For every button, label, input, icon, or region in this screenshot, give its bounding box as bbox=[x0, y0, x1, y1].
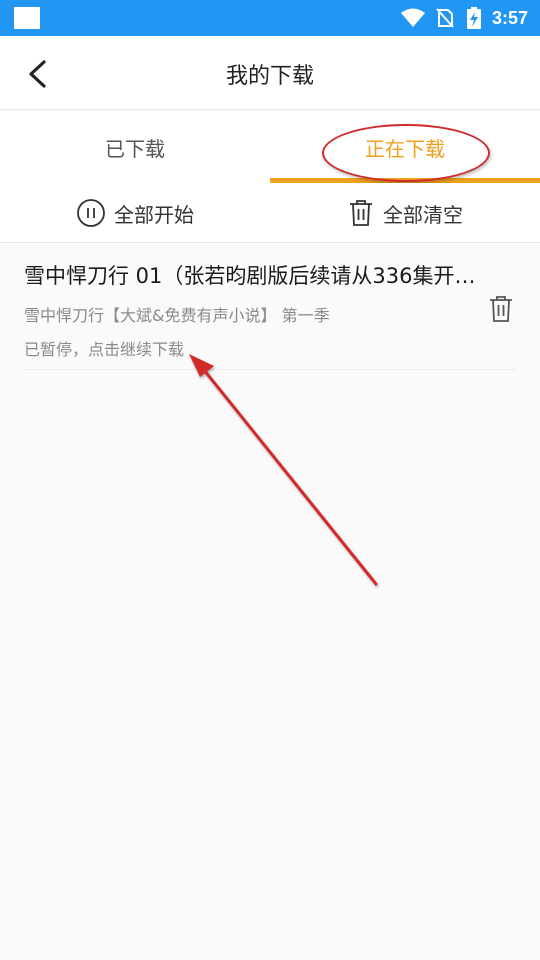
tab-downloading[interactable]: 正在下载 bbox=[270, 111, 540, 183]
page-title: 我的下载 bbox=[225, 64, 314, 89]
start-all-button[interactable]: 全部开始 bbox=[0, 183, 270, 243]
pause-circle-icon bbox=[77, 199, 105, 227]
title-bar: 我的下载 bbox=[0, 36, 540, 110]
download-item-album: 雪中悍刀行【大斌&免费有声小说】 第一季 bbox=[24, 306, 330, 325]
no-sim-icon bbox=[436, 8, 454, 28]
start-all-label: 全部开始 bbox=[114, 202, 194, 227]
tab-label: 已下载 bbox=[105, 136, 165, 161]
status-time: 3:57 bbox=[491, 7, 528, 28]
status-icons: 3:57 bbox=[400, 0, 528, 36]
tab-bar: 已下载 正在下载 bbox=[0, 111, 540, 183]
tab-downloaded[interactable]: 已下载 bbox=[0, 111, 270, 183]
action-bar: 全部开始 全部清空 bbox=[0, 183, 540, 243]
trash-icon bbox=[350, 200, 372, 226]
status-bar: 3:57 bbox=[0, 0, 540, 36]
download-item[interactable]: 雪中悍刀行 01（张若昀剧版后续请从336集开… 雪中悍刀行【大斌&免费有声小说… bbox=[24, 244, 516, 370]
download-item-status[interactable]: 已暂停，点击继续下载 bbox=[24, 336, 184, 360]
wifi-icon bbox=[400, 8, 425, 27]
notification-icon bbox=[14, 7, 40, 29]
download-list: 雪中悍刀行 01（张若昀剧版后续请从336集开… 雪中悍刀行【大斌&免费有声小说… bbox=[0, 244, 540, 370]
clear-all-button[interactable]: 全部清空 bbox=[270, 183, 540, 243]
tab-label: 正在下载 bbox=[365, 136, 445, 161]
battery-charging-icon bbox=[466, 7, 481, 29]
delete-item-button[interactable] bbox=[486, 294, 516, 324]
trash-icon bbox=[490, 296, 512, 322]
clear-all-label: 全部清空 bbox=[383, 202, 463, 227]
download-item-title: 雪中悍刀行 01（张若昀剧版后续请从336集开… bbox=[24, 264, 476, 288]
